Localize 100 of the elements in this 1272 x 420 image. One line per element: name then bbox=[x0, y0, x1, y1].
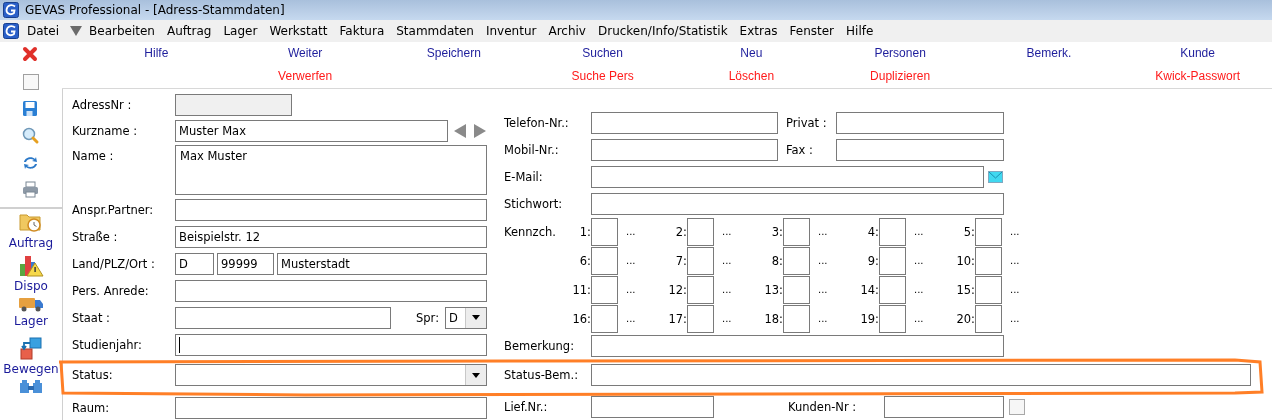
truck-icon[interactable] bbox=[18, 295, 44, 313]
module-link[interactable]: Auftrag bbox=[8, 235, 54, 250]
more-link[interactable]: ... bbox=[626, 255, 636, 266]
text-field[interactable]: Musterstadt bbox=[277, 252, 487, 275]
more-link[interactable]: ... bbox=[626, 226, 636, 237]
flag-field[interactable] bbox=[879, 217, 906, 246]
text-field[interactable]: Max Muster bbox=[175, 145, 487, 195]
text-field[interactable]: D bbox=[175, 252, 214, 275]
more-link[interactable]: ... bbox=[914, 284, 924, 295]
more-link[interactable]: ... bbox=[818, 284, 828, 295]
text-field[interactable] bbox=[884, 396, 1004, 418]
menu-item[interactable]: Extras bbox=[733, 24, 784, 38]
more-link[interactable]: ... bbox=[1010, 226, 1020, 237]
language-dropdown[interactable]: D bbox=[445, 306, 487, 329]
flag-field[interactable] bbox=[783, 275, 810, 304]
menu-item[interactable]: Stammdaten bbox=[390, 24, 480, 38]
flag-field[interactable] bbox=[591, 275, 618, 304]
menu-item[interactable]: Inventur bbox=[479, 24, 543, 38]
toolbar-link[interactable]: Personen bbox=[874, 46, 926, 60]
text-field[interactable] bbox=[591, 138, 778, 161]
toolbar-link[interactable]: Bemerk. bbox=[1026, 46, 1072, 60]
flag-field[interactable] bbox=[783, 246, 810, 275]
move-arrow-icon[interactable] bbox=[19, 337, 43, 361]
left-arrow-icon[interactable] bbox=[453, 123, 467, 139]
more-link[interactable]: ... bbox=[1010, 313, 1020, 324]
printer-icon[interactable] bbox=[22, 181, 40, 200]
menu-item[interactable]: Lager bbox=[217, 24, 264, 38]
text-field[interactable] bbox=[591, 192, 1004, 215]
text-field[interactable] bbox=[591, 334, 1004, 357]
more-link[interactable]: ... bbox=[818, 255, 828, 266]
module-link[interactable]: Lager bbox=[14, 314, 48, 329]
more-link[interactable]: ... bbox=[722, 255, 732, 266]
toolbar-link[interactable]: Weiter bbox=[287, 46, 323, 60]
module-link[interactable]: Bewegen bbox=[3, 362, 59, 377]
text-field[interactable] bbox=[836, 111, 1004, 134]
flag-field[interactable] bbox=[687, 275, 714, 304]
text-field[interactable] bbox=[591, 363, 1251, 386]
more-link[interactable]: ... bbox=[626, 284, 636, 295]
more-link[interactable]: ... bbox=[818, 226, 828, 237]
toolbar-link[interactable]: Kunde bbox=[1180, 46, 1215, 60]
more-link[interactable]: ... bbox=[626, 313, 636, 324]
flag-field[interactable] bbox=[975, 275, 1002, 304]
blank-page-icon[interactable] bbox=[22, 73, 40, 92]
checkbox[interactable] bbox=[1009, 399, 1025, 415]
flag-field[interactable] bbox=[591, 246, 618, 275]
text-field[interactable] bbox=[836, 138, 1004, 161]
text-field[interactable]: 99999 bbox=[217, 252, 274, 275]
toolbar-link[interactable]: Löschen bbox=[728, 69, 775, 83]
toolbar-link[interactable]: Verwerfen bbox=[278, 69, 333, 83]
flag-field[interactable] bbox=[687, 217, 714, 246]
toolbar-link[interactable]: Suche Pers bbox=[571, 69, 634, 83]
right-arrow-icon[interactable] bbox=[473, 123, 487, 139]
text-field[interactable] bbox=[175, 199, 487, 221]
text-field[interactable] bbox=[175, 333, 487, 356]
envelope-icon[interactable] bbox=[988, 170, 1003, 183]
text-field[interactable] bbox=[591, 111, 778, 134]
toolbar-link[interactable]: Hilfe bbox=[144, 46, 169, 60]
app-logo-icon[interactable] bbox=[3, 23, 19, 39]
flag-field[interactable] bbox=[591, 217, 618, 246]
more-link[interactable]: ... bbox=[914, 226, 924, 237]
status-dropdown[interactable] bbox=[175, 364, 487, 386]
folder-clock-icon[interactable] bbox=[19, 211, 43, 234]
text-field[interactable] bbox=[175, 397, 487, 419]
chart-warning-icon[interactable] bbox=[18, 253, 44, 277]
menu-item[interactable]: Werkstatt bbox=[263, 24, 334, 38]
flag-field[interactable] bbox=[975, 246, 1002, 275]
caret-icon[interactable] bbox=[472, 315, 480, 320]
text-field[interactable] bbox=[591, 396, 714, 418]
flag-field[interactable] bbox=[591, 304, 618, 333]
text-field[interactable] bbox=[591, 165, 984, 188]
more-link[interactable]: ... bbox=[722, 313, 732, 324]
flag-field[interactable] bbox=[879, 304, 906, 333]
menu-item[interactable]: Auftrag bbox=[160, 24, 218, 38]
toolbar-link[interactable]: Speichern bbox=[426, 46, 481, 60]
menu-item[interactable]: Hilfe bbox=[840, 24, 880, 38]
flag-field[interactable] bbox=[687, 304, 714, 333]
search-icon[interactable] bbox=[22, 127, 40, 146]
flag-field[interactable] bbox=[687, 246, 714, 275]
flag-field[interactable] bbox=[879, 246, 906, 275]
toolbar-link[interactable]: Suchen bbox=[582, 46, 623, 60]
menu-item[interactable]: Bearbeiten bbox=[83, 24, 161, 38]
more-link[interactable]: ... bbox=[1010, 284, 1020, 295]
toolbar-link[interactable]: Kwick-Passwort bbox=[1155, 69, 1240, 83]
menu-item[interactable]: Fenster bbox=[783, 24, 841, 38]
dropdown-triangle-icon[interactable] bbox=[69, 25, 83, 37]
flag-field[interactable] bbox=[975, 217, 1002, 246]
save-icon[interactable] bbox=[22, 100, 40, 119]
text-field[interactable]: Muster Max bbox=[175, 120, 448, 142]
menu-item[interactable]: Archiv bbox=[542, 24, 592, 38]
toolbar-link[interactable]: Neu bbox=[740, 46, 763, 60]
menu-item[interactable]: Datei bbox=[21, 24, 65, 38]
module-link[interactable]: Dispo bbox=[14, 278, 48, 293]
more-link[interactable]: ... bbox=[722, 284, 732, 295]
flag-field[interactable] bbox=[879, 275, 906, 304]
more-link[interactable]: ... bbox=[722, 226, 732, 237]
more-link[interactable]: ... bbox=[914, 313, 924, 324]
text-field[interactable]: Beispielstr. 12 bbox=[175, 225, 487, 248]
flag-field[interactable] bbox=[975, 304, 1002, 333]
more-link[interactable]: ... bbox=[914, 255, 924, 266]
text-field[interactable] bbox=[175, 306, 391, 329]
